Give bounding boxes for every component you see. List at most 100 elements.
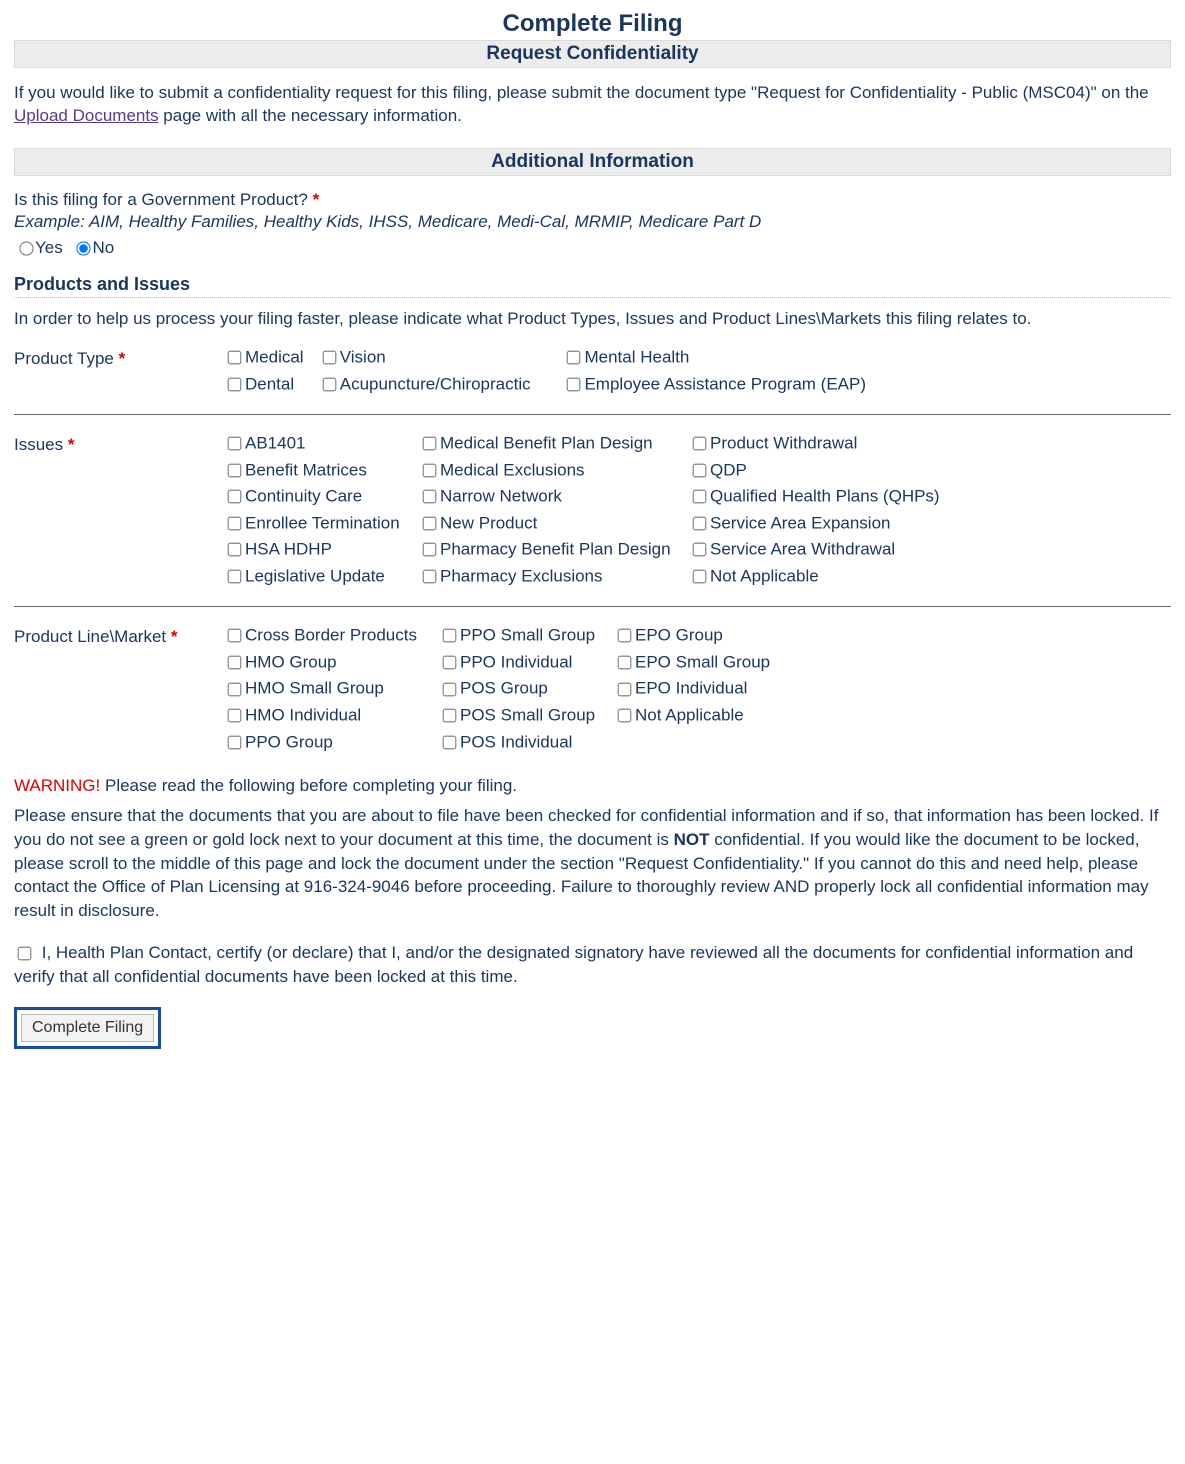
products-issues-heading: Products and Issues <box>14 274 1171 298</box>
market-row: Product Line\Market * Cross Border Produ… <box>14 625 1171 758</box>
page-title: Complete Filing <box>14 10 1171 38</box>
market-cb[interactable] <box>618 629 632 643</box>
certify-row: I, Health Plan Contact, certify (or decl… <box>14 941 1171 989</box>
cb-label: QDP <box>710 460 747 479</box>
product-type-checkbox: Mental Health <box>563 347 689 368</box>
issues-checkbox: Qualified Health Plans (QHPs) <box>689 486 949 507</box>
product-type-checkbox: Dental <box>224 374 314 395</box>
warning-line: WARNING! Please read the following befor… <box>14 776 1171 796</box>
market-cb[interactable] <box>443 735 457 749</box>
cb-label: Not Applicable <box>710 566 819 585</box>
issues-checkbox: QDP <box>689 460 949 481</box>
confidentiality-blurb-pre: If you would like to submit a confidenti… <box>14 83 1149 102</box>
certify-checkbox[interactable] <box>18 947 32 961</box>
market-cb[interactable] <box>228 709 242 723</box>
issue-cb[interactable] <box>423 464 437 478</box>
product-type-cb-dental[interactable] <box>228 378 242 392</box>
product-type-cb-eap[interactable] <box>567 378 581 392</box>
issue-cb[interactable] <box>228 517 242 531</box>
issues-checkbox: Pharmacy Benefit Plan Design <box>419 539 689 560</box>
product-type-cb-acupuncture[interactable] <box>322 378 336 392</box>
gov-no-radio[interactable] <box>77 241 91 255</box>
market-cb[interactable] <box>443 656 457 670</box>
cb-label: Product Withdrawal <box>710 434 857 453</box>
issues-label-text: Issues <box>14 435 63 454</box>
divider <box>14 606 1171 607</box>
divider <box>14 414 1171 415</box>
cb-label: Medical Benefit Plan Design <box>440 434 653 453</box>
products-issues-intro: In order to help us process your filing … <box>14 308 1171 331</box>
market-checkbox: HMO Group <box>224 652 439 673</box>
issue-cb[interactable] <box>693 490 707 504</box>
issue-cb[interactable] <box>228 490 242 504</box>
market-options: Cross Border ProductsPPO Small GroupEPO … <box>224 625 1171 758</box>
market-cb[interactable] <box>228 735 242 749</box>
required-icon: * <box>313 190 320 209</box>
issue-cb[interactable] <box>423 490 437 504</box>
cb-label: Service Area Expansion <box>710 513 891 532</box>
market-cb[interactable] <box>618 682 632 696</box>
cb-label: Dental <box>245 374 294 393</box>
cb-label: HMO Individual <box>245 706 361 725</box>
product-type-checkbox: Vision <box>319 347 559 368</box>
issue-cb[interactable] <box>228 464 242 478</box>
issues-checkbox: Continuity Care <box>224 486 419 507</box>
issue-cb[interactable] <box>693 517 707 531</box>
market-checkbox: Cross Border Products <box>224 625 439 646</box>
issue-cb[interactable] <box>693 437 707 451</box>
cb-label: PPO Group <box>245 732 333 751</box>
cb-label: Legislative Update <box>245 566 385 585</box>
issue-cb[interactable] <box>228 543 242 557</box>
issue-cb[interactable] <box>228 570 242 584</box>
issues-checkbox: Narrow Network <box>419 486 689 507</box>
gov-yes-radio[interactable] <box>19 241 33 255</box>
issue-cb[interactable] <box>423 437 437 451</box>
market-checkbox: POS Individual <box>439 732 614 753</box>
market-cb[interactable] <box>228 682 242 696</box>
upload-documents-link[interactable]: Upload Documents <box>14 106 159 125</box>
issue-cb[interactable] <box>693 464 707 478</box>
market-checkbox: POS Group <box>439 678 614 699</box>
warning-body-bold: NOT <box>674 830 710 849</box>
confidentiality-blurb-post: page with all the necessary information. <box>159 106 462 125</box>
cb-label: HMO Small Group <box>245 679 384 698</box>
market-cb[interactable] <box>228 656 242 670</box>
warning-body: Please ensure that the documents that yo… <box>14 804 1171 923</box>
cb-label: Medical Exclusions <box>440 460 585 479</box>
cb-label: PPO Individual <box>460 652 572 671</box>
issue-cb[interactable] <box>423 570 437 584</box>
product-type-cb-vision[interactable] <box>322 351 336 365</box>
gov-product-example: Example: AIM, Healthy Families, Healthy … <box>14 212 1171 232</box>
product-type-cb-mental-health[interactable] <box>567 351 581 365</box>
cb-label: Narrow Network <box>440 487 562 506</box>
market-cb[interactable] <box>618 656 632 670</box>
market-cb[interactable] <box>443 629 457 643</box>
market-cb[interactable] <box>443 709 457 723</box>
issues-options: AB1401Medical Benefit Plan DesignProduct… <box>224 433 1171 592</box>
confidentiality-blurb: If you would like to submit a confidenti… <box>14 82 1171 128</box>
submit-highlight: Complete Filing <box>14 1007 161 1049</box>
issue-cb[interactable] <box>693 570 707 584</box>
cb-label: Pharmacy Benefit Plan Design <box>440 540 671 559</box>
market-cb[interactable] <box>443 682 457 696</box>
gov-product-question: Is this filing for a Government Product?… <box>14 190 1171 210</box>
issue-cb[interactable] <box>423 517 437 531</box>
market-label: Product Line\Market * <box>14 625 224 647</box>
product-type-cb-medical[interactable] <box>228 351 242 365</box>
cb-label: Pharmacy Exclusions <box>440 566 603 585</box>
issues-checkbox: Benefit Matrices <box>224 460 419 481</box>
market-checkbox: HMO Individual <box>224 705 439 726</box>
cb-label: Employee Assistance Program (EAP) <box>584 374 866 393</box>
market-checkbox: HMO Small Group <box>224 678 439 699</box>
cb-label: Not Applicable <box>635 706 744 725</box>
issue-cb[interactable] <box>693 543 707 557</box>
additional-info-heading: Additional Information <box>14 148 1171 176</box>
complete-filing-button[interactable]: Complete Filing <box>21 1014 154 1042</box>
market-cb[interactable] <box>618 709 632 723</box>
market-cb[interactable] <box>228 629 242 643</box>
issues-checkbox: Pharmacy Exclusions <box>419 566 689 587</box>
issue-cb[interactable] <box>423 543 437 557</box>
gov-question-text: Is this filing for a Government Product? <box>14 190 308 209</box>
issue-cb[interactable] <box>228 437 242 451</box>
market-checkbox: PPO Individual <box>439 652 614 673</box>
